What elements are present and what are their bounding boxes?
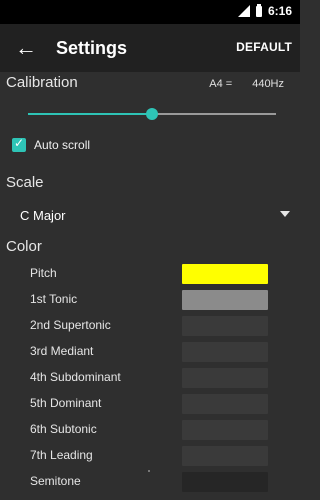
color-label: 2nd Supertonic	[30, 318, 111, 332]
color-row-pitch[interactable]: Pitch	[0, 262, 300, 288]
color-row-5th-dominant[interactable]: 5th Dominant	[0, 392, 300, 418]
calibration-title: Calibration	[6, 74, 78, 91]
color-label: 7th Leading	[30, 448, 93, 462]
calibration-value: A4 = 440Hz	[209, 78, 284, 90]
slider-thumb[interactable]	[146, 108, 158, 120]
auto-scroll-checkbox[interactable]	[12, 136, 26, 152]
calibration-label: A4 =	[209, 78, 233, 90]
color-label: Pitch	[30, 266, 57, 280]
color-swatch[interactable]	[182, 446, 268, 466]
color-swatch[interactable]	[182, 472, 268, 492]
color-label: 3rd Mediant	[30, 344, 94, 358]
color-row-1st-tonic[interactable]: 1st Tonic	[0, 288, 300, 314]
battery-icon	[255, 3, 262, 17]
color-label: 4th Subdominant	[30, 370, 121, 384]
settings-content: Calibration A4 = 440Hz Auto scroll Scale…	[0, 72, 300, 500]
slider-fill	[28, 113, 152, 115]
color-row-6th-subtonic[interactable]: 6th Subtonic	[0, 418, 300, 444]
default-button[interactable]: DEFAULT	[236, 40, 292, 54]
scale-value: C Major	[20, 208, 66, 223]
color-swatch[interactable]	[182, 420, 268, 440]
auto-scroll-checkbox-row[interactable]: Auto scroll	[12, 136, 91, 152]
color-row-7th-leading[interactable]: 7th Leading	[0, 444, 300, 470]
color-row-3rd-mediant[interactable]: 3rd Mediant	[0, 340, 300, 366]
color-row-4th-subdominant[interactable]: 4th Subdominant	[0, 366, 300, 392]
page-title: Settings	[56, 38, 128, 58]
color-label: Semitone	[30, 474, 81, 488]
color-swatch[interactable]	[182, 264, 268, 284]
color-label: 6th Subtonic	[30, 422, 97, 436]
color-label: 1st Tonic	[30, 292, 78, 306]
app-bar: ← Settings DEFAULT	[0, 24, 300, 72]
signal-icon	[237, 5, 250, 17]
calibration-slider[interactable]	[28, 108, 276, 120]
status-time: 6:16	[267, 4, 292, 18]
color-swatch[interactable]	[182, 368, 268, 388]
color-swatch[interactable]	[182, 394, 268, 414]
color-row-semitone[interactable]: Semitone	[0, 470, 300, 496]
auto-scroll-label: Auto scroll	[34, 138, 91, 152]
color-swatch[interactable]	[182, 316, 268, 336]
chevron-down-icon	[280, 211, 290, 217]
back-arrow-icon[interactable]: ←	[14, 34, 38, 62]
color-label: 5th Dominant	[30, 396, 102, 410]
color-title: Color	[6, 238, 42, 255]
color-swatch[interactable]	[182, 342, 268, 362]
status-icons: 6:16	[237, 3, 292, 18]
scale-dropdown[interactable]: C Major	[20, 202, 290, 228]
calibration-frequency: 440Hz	[252, 78, 284, 90]
status-bar: 6:16	[0, 0, 300, 24]
color-row-2nd-supertonic[interactable]: 2nd Supertonic	[0, 314, 300, 340]
color-swatch[interactable]	[182, 290, 268, 310]
decorative-dot	[148, 470, 150, 472]
scale-title: Scale	[6, 174, 44, 191]
